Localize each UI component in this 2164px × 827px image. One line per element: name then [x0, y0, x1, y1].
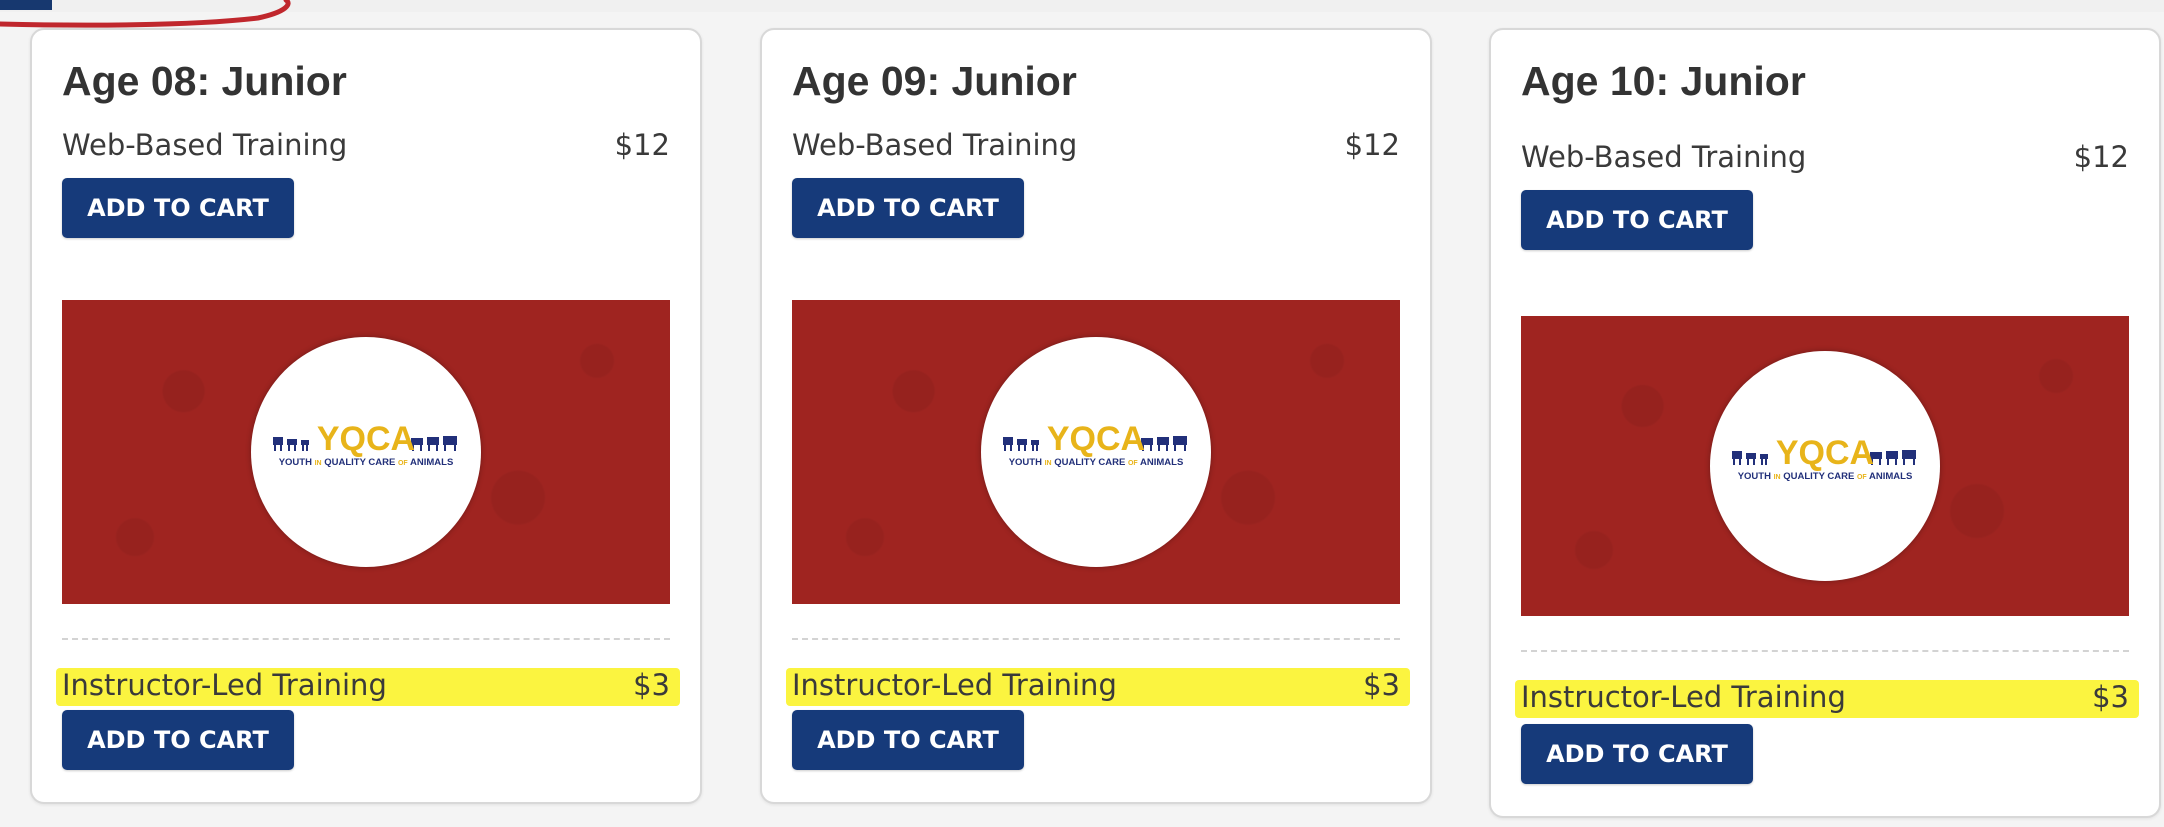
svg-text:YOUTH IN: YOUTH IN QUALITY CARE OF ANIMALS: [1009, 457, 1184, 468]
product-card-age-10: Age 10: Junior Web-Based Training $12 AD…: [1489, 28, 2161, 818]
card-title: Age 09: Junior: [792, 58, 1077, 104]
product-banner-image: YQCA YOUTH IN QUALITY CARE OF ANIMALS: [792, 300, 1400, 604]
card-divider: [62, 638, 670, 640]
add-to-cart-instructor-button[interactable]: ADD TO CART: [792, 710, 1024, 770]
instructor-led-label: Instructor-Led Training: [792, 668, 1117, 702]
add-to-cart-web-button[interactable]: ADD TO CART: [1521, 190, 1753, 250]
instructor-led-row: Instructor-Led Training $3: [1515, 680, 2139, 720]
web-based-row: Web-Based Training $12: [792, 128, 1400, 168]
web-based-label: Web-Based Training: [792, 128, 1078, 162]
page: Age 08: Junior Web-Based Training $12 AD…: [0, 0, 2164, 827]
web-based-label: Web-Based Training: [62, 128, 348, 162]
card-divider: [1521, 650, 2129, 652]
add-to-cart-web-button[interactable]: ADD TO CART: [62, 178, 294, 238]
top-strip: [0, 0, 2164, 12]
add-to-cart-web-button[interactable]: ADD TO CART: [792, 178, 1024, 238]
web-based-price: $12: [614, 128, 670, 162]
logo-brand-text: YQCA: [317, 420, 415, 458]
svg-text:YOUTH IN: YOUTH IN QUALITY CARE OF ANIMALS: [1738, 471, 1913, 482]
logo-brand-text: YQCA: [1776, 434, 1874, 472]
yqca-logo-icon: YQCA YOUTH IN QUALITY CARE OF ANIMALS: [251, 337, 481, 567]
instructor-led-label: Instructor-Led Training: [1521, 680, 1846, 714]
product-card-age-09: Age 09: Junior Web-Based Training $12 AD…: [760, 28, 1432, 804]
web-based-price: $12: [2073, 140, 2129, 174]
card-title: Age 08: Junior: [62, 58, 347, 104]
card-title: Age 10: Junior: [1521, 58, 1806, 104]
instructor-led-label: Instructor-Led Training: [62, 668, 387, 702]
yqca-logo-icon: YQCA YOUTH IN QUALITY CARE OF ANIMALS: [981, 337, 1211, 567]
card-divider: [792, 638, 1400, 640]
web-based-label: Web-Based Training: [1521, 140, 1807, 174]
svg-text:YOUTH IN: YOUTH IN QUALITY CARE OF ANIMALS: [279, 457, 454, 468]
active-tab-marker[interactable]: [0, 0, 52, 10]
instructor-led-row: Instructor-Led Training $3: [56, 668, 680, 708]
add-to-cart-instructor-button[interactable]: ADD TO CART: [1521, 724, 1753, 784]
product-banner-image: YQCA YOUTH IN QUALITY CARE OF ANIMALS: [1521, 316, 2129, 616]
web-based-price: $12: [1344, 128, 1400, 162]
product-card-age-08: Age 08: Junior Web-Based Training $12 AD…: [30, 28, 702, 804]
logo-brand-text: YQCA: [1047, 420, 1145, 458]
instructor-led-price: $3: [1363, 668, 1400, 702]
web-based-row: Web-Based Training $12: [62, 128, 670, 168]
web-based-row: Web-Based Training $12: [1521, 140, 2129, 180]
product-banner-image: YQCA YOUTH IN QUALITY CARE OF ANIMALS: [62, 300, 670, 604]
add-to-cart-instructor-button[interactable]: ADD TO CART: [62, 710, 294, 770]
instructor-led-price: $3: [2092, 680, 2129, 714]
yqca-logo-icon: YQCA YOUTH IN QUALITY CARE OF ANIMALS: [1710, 351, 1940, 581]
instructor-led-row: Instructor-Led Training $3: [786, 668, 1410, 708]
instructor-led-price: $3: [633, 668, 670, 702]
